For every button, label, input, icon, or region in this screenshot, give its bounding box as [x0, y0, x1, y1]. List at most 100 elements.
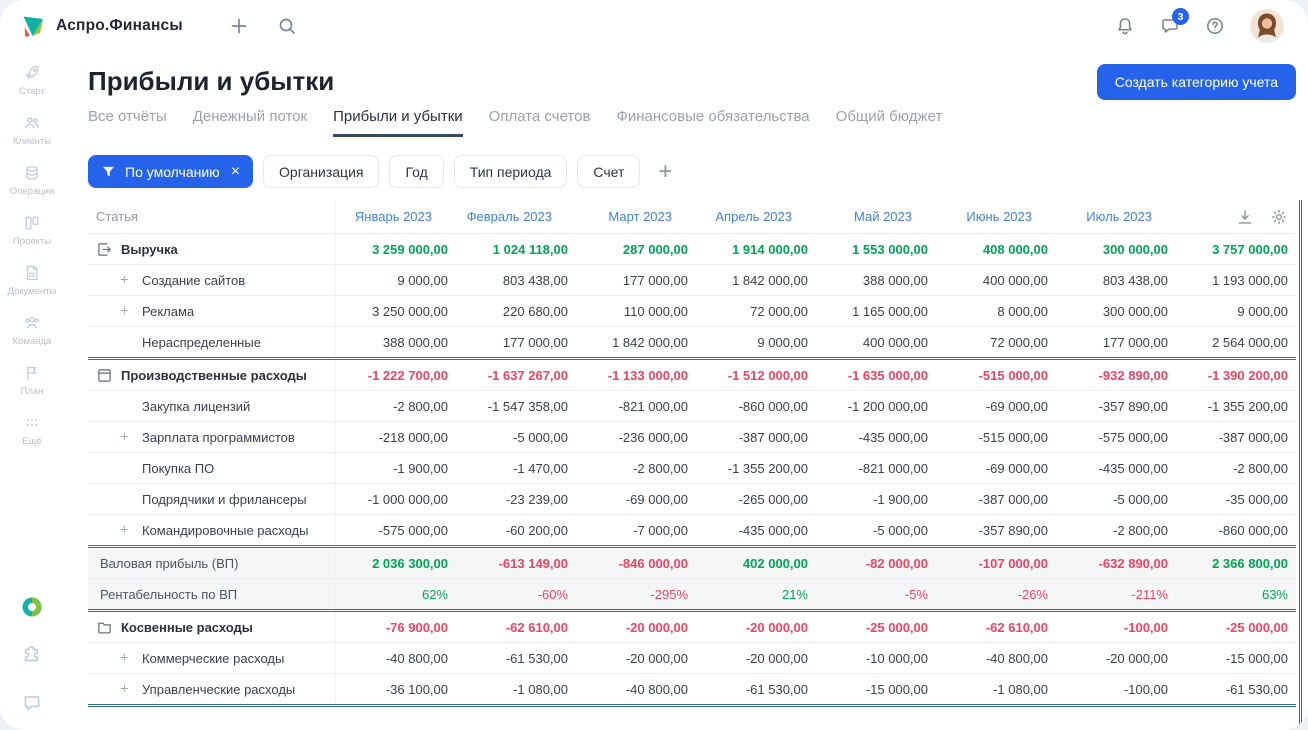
sidebar-item-team[interactable]: Команда	[13, 314, 51, 347]
expand-plus-icon[interactable]: +	[120, 272, 129, 289]
sidebar-item-label: План	[20, 386, 44, 397]
cell-value: -100,00	[1123, 681, 1168, 697]
cell-value: -62 610,00	[985, 619, 1048, 635]
filter-row: По умолчанию × Организация Год Тип периода…	[88, 155, 1308, 188]
unread-count-badge: 3	[1172, 8, 1189, 25]
user-avatar[interactable]	[1250, 9, 1284, 43]
row-name[interactable]: Производственные расходы	[88, 360, 336, 390]
row-name[interactable]: Валовая прибыль (ВП)	[88, 548, 336, 578]
messages-button[interactable]: 3	[1160, 8, 1189, 36]
cell-value: -40 800,00	[985, 650, 1048, 666]
row-name[interactable]: Рентабельность по ВП	[88, 579, 336, 609]
tab-3[interactable]: Прибыли и убытки	[333, 108, 463, 137]
month-column-header[interactable]: Апрель 2023	[696, 209, 816, 224]
projects-icon	[23, 214, 41, 232]
filter-chip[interactable]: Год	[389, 155, 444, 188]
cell-value: -20 000,00	[625, 650, 688, 666]
create-category-button[interactable]: Создать категорию учета	[1096, 64, 1296, 100]
cell-value: 9 000,00	[1237, 303, 1288, 319]
frozen-edge-line	[1299, 200, 1302, 724]
table-row: Нераспределенные 388 000,00 177 000,00 1 84…	[88, 327, 1296, 358]
row-name[interactable]: Выручка	[88, 234, 336, 264]
sidebar-item-plan[interactable]: План	[20, 364, 44, 397]
month-column-header[interactable]: Май 2023	[816, 209, 936, 224]
month-column-header[interactable]: Июль 2023	[1056, 209, 1176, 224]
clear-filter-icon[interactable]: ×	[231, 163, 240, 180]
cell-value: 3 250 000,00	[372, 303, 448, 319]
row-name[interactable]: Косвенные расходы	[88, 612, 336, 642]
row-name[interactable]: + Управленческие расходы	[88, 674, 336, 704]
plan-icon	[23, 364, 41, 382]
quick-add-button[interactable]	[229, 16, 249, 36]
cell-value: -435 000,00	[1098, 460, 1168, 476]
table-settings-gear-icon[interactable]	[1270, 208, 1288, 226]
filter-chip[interactable]: Счет	[577, 155, 641, 188]
sidebar-item-rocket[interactable]: Старт	[19, 64, 45, 97]
row-name[interactable]: Закупка лицензий	[88, 391, 336, 421]
expand-plus-icon[interactable]: +	[120, 522, 129, 539]
tab-6[interactable]: Общий бюджет	[836, 108, 943, 137]
sidebar-item-operations[interactable]: Операции	[10, 164, 54, 197]
row-name[interactable]: Подрядчики и фрилансеры	[88, 484, 336, 514]
notifications-bell-icon[interactable]	[1115, 16, 1135, 36]
row-name[interactable]: + Реклама	[88, 296, 336, 326]
month-column-header[interactable]: Январь 2023	[336, 209, 456, 224]
app-logo-icon[interactable]	[20, 13, 46, 39]
search-button[interactable]	[277, 16, 297, 36]
cell-value: -387 000,00	[1218, 429, 1288, 445]
row-name[interactable]: Покупка ПО	[88, 453, 336, 483]
help-icon[interactable]	[1205, 16, 1225, 36]
cell-value: -1 637 267,00	[487, 367, 568, 383]
sidebar-item-clients[interactable]: Клиенты	[13, 114, 51, 147]
cell-value: 177 000,00	[1102, 334, 1168, 350]
row-name[interactable]: + Создание сайтов	[88, 265, 336, 295]
cell-value: -5%	[904, 586, 928, 602]
cell-value: 287 000,00	[622, 241, 688, 257]
cell-value: 400 000,00	[982, 272, 1048, 288]
tab-2[interactable]: Денежный поток	[193, 108, 307, 137]
row-label: Выручка	[121, 241, 178, 257]
integrations-icon[interactable]	[21, 644, 43, 666]
month-column-header[interactable]: Февраль 2023	[456, 209, 576, 224]
cell-value: -211%	[1131, 586, 1168, 602]
cell-value: -1 080,00	[993, 681, 1048, 697]
expand-plus-icon[interactable]: +	[120, 429, 129, 446]
row-name[interactable]: + Командировочные расходы	[88, 515, 336, 545]
month-column-header[interactable]: Июнь 2023	[936, 209, 1056, 224]
filter-chip[interactable]: Тип периода	[453, 155, 568, 188]
tab-4[interactable]: Оплата счетов	[489, 108, 591, 137]
filter-preset-pill[interactable]: По умолчанию ×	[88, 155, 254, 188]
cell-value: 1 024 118,00	[492, 241, 568, 257]
cell-value: -860 000,00	[738, 398, 808, 414]
sidebar-item-documents[interactable]: Документы	[8, 264, 56, 297]
expand-plus-icon[interactable]: +	[120, 681, 129, 698]
cell-value: -5 000,00	[513, 429, 568, 445]
cell-value: -35 000,00	[1225, 491, 1288, 507]
cell-value: -61 530,00	[505, 650, 568, 666]
filter-chip[interactable]: Организация	[263, 155, 380, 188]
month-column-header[interactable]: Март 2023	[576, 209, 696, 224]
aspro-cloud-logo-icon[interactable]	[21, 596, 43, 618]
tab-5[interactable]: Финансовые обязательства	[616, 108, 809, 137]
filter-funnel-icon	[101, 164, 116, 179]
cell-value: 2 366 800,00	[1212, 555, 1288, 571]
cell-value: -36 100,00	[385, 681, 448, 697]
cell-value: 220 680,00	[502, 303, 568, 319]
cell-value: -2 800,00	[1233, 460, 1288, 476]
support-chat-icon[interactable]	[21, 692, 43, 714]
more-icon	[23, 414, 41, 432]
cell-value: -295%	[650, 586, 688, 602]
row-name[interactable]: Нераспределенные	[88, 327, 336, 357]
tab-1[interactable]: Все отчёты	[88, 108, 167, 137]
cell-value: -20 000,00	[625, 619, 688, 635]
expand-plus-icon[interactable]: +	[120, 650, 129, 667]
sidebar-item-projects[interactable]: Проекты	[13, 214, 51, 247]
table-row: + Командировочные расходы -575 000,00 -60 2…	[88, 515, 1296, 546]
row-name[interactable]: + Зарплата программистов	[88, 422, 336, 452]
sidebar-item-more[interactable]: Ещё	[22, 414, 42, 447]
add-filter-button[interactable]: +	[658, 159, 672, 184]
row-name[interactable]: + Коммерческие расходы	[88, 643, 336, 673]
download-icon[interactable]	[1236, 208, 1254, 226]
expand-plus-icon[interactable]: +	[120, 303, 129, 320]
cell-value: -61 530,00	[1225, 681, 1288, 697]
